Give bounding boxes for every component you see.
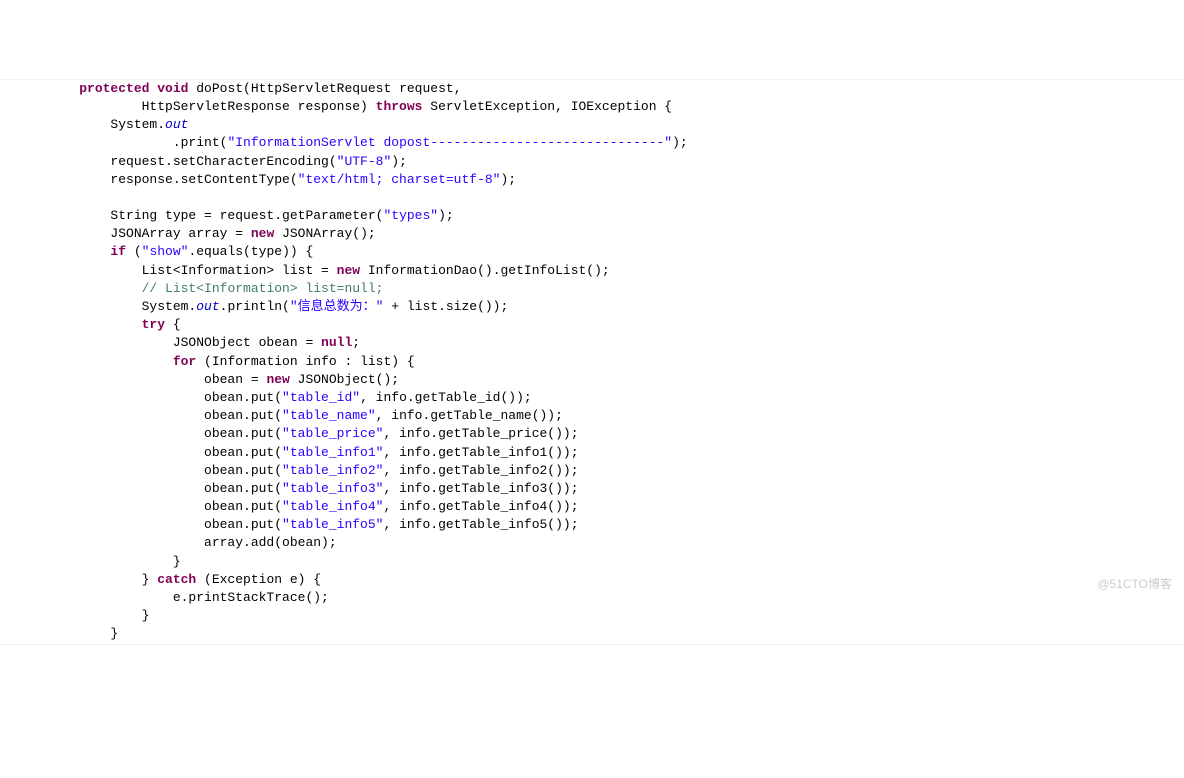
code-line	[48, 189, 1174, 207]
code-block: protected void doPost(HttpServletRequest…	[0, 79, 1184, 645]
code-line: JSONArray array = new JSONArray();	[48, 225, 1174, 243]
code-line: obean.put("table_price", info.getTable_p…	[48, 425, 1174, 443]
code-line: } catch (Exception e) {	[48, 571, 1174, 589]
code-line: .print("InformationServlet dopost-------…	[48, 134, 1174, 152]
code-line: obean.put("table_info5", info.getTable_i…	[48, 516, 1174, 534]
code-line: }	[48, 553, 1174, 571]
code-line: System.out	[48, 116, 1174, 134]
code-line: }	[48, 625, 1174, 643]
code-line: obean.put("table_info4", info.getTable_i…	[48, 498, 1174, 516]
code-line: obean.put("table_info3", info.getTable_i…	[48, 480, 1174, 498]
code-line: // List<Information> list=null;	[48, 280, 1174, 298]
code-line: }	[48, 607, 1174, 625]
code-line: if ("show".equals(type)) {	[48, 243, 1174, 261]
code-line: obean.put("table_name", info.getTable_na…	[48, 407, 1174, 425]
code-line: HttpServletResponse response) throws Ser…	[48, 98, 1174, 116]
code-line: response.setContentType("text/html; char…	[48, 171, 1174, 189]
code-line: obean.put("table_info2", info.getTable_i…	[48, 462, 1174, 480]
code-line: System.out.println("信息总数为：" + list.size(…	[48, 298, 1174, 316]
code-line: obean.put("table_info1", info.getTable_i…	[48, 444, 1174, 462]
code-line: List<Information> list = new Information…	[48, 262, 1174, 280]
code-line: JSONObject obean = null;	[48, 334, 1174, 352]
code-line: try {	[48, 316, 1174, 334]
code-line: array.add(obean);	[48, 534, 1174, 552]
code-line: e.printStackTrace();	[48, 589, 1174, 607]
code-line: obean = new JSONObject();	[48, 371, 1174, 389]
code-line: for (Information info : list) {	[48, 353, 1174, 371]
code-line: protected void doPost(HttpServletRequest…	[48, 80, 1174, 98]
code-line: request.setCharacterEncoding("UTF-8");	[48, 153, 1174, 171]
code-line: obean.put("table_id", info.getTable_id()…	[48, 389, 1174, 407]
code-line: String type = request.getParameter("type…	[48, 207, 1174, 225]
